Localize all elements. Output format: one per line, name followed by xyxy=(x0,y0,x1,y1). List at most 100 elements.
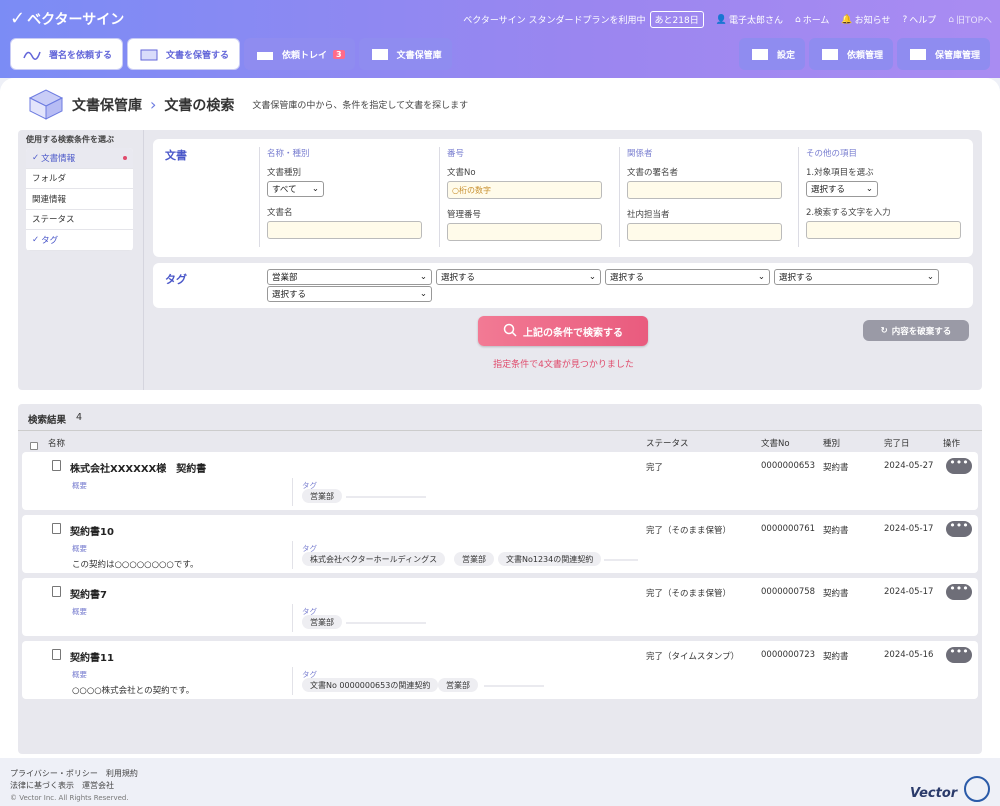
condition-tag[interactable]: ✓ タグ xyxy=(26,230,133,251)
more-icon[interactable]: ••• xyxy=(946,646,972,663)
other-column: その他の項目 1.対象項目を選ぶ 選択する ⌄ 2.検索する文字を入力 xyxy=(798,139,971,257)
condition-doc-info[interactable]: ✓ 文書情報 xyxy=(26,148,133,169)
storage-mgmt-icon xyxy=(907,45,929,63)
page-header: 文書保管庫 › 文書の検索 文書保管庫の中から、条件を指定して文書を探します xyxy=(26,86,468,123)
date-cell: 2024-05-17 xyxy=(884,587,934,597)
plan-text: ベクターサイン スタンダードプランを利用中 xyxy=(463,16,646,26)
doc-no-input[interactable]: ○桁の数字 xyxy=(447,181,602,199)
results-title: 検索結果 xyxy=(28,415,67,426)
more-icon[interactable]: ••• xyxy=(946,457,972,474)
request-tray-button[interactable]: 依頼トレイ 3 xyxy=(244,38,355,70)
app-logo[interactable]: ✓ ベクターサイン xyxy=(10,8,124,29)
company-link[interactable]: 運営会社 xyxy=(82,781,114,790)
divider xyxy=(292,667,293,695)
col-type[interactable]: 種別 xyxy=(823,437,840,449)
user-name: 電子太郎さん xyxy=(728,16,783,26)
row-title[interactable]: 株式会社XXXXXX様 契約書 xyxy=(70,460,206,475)
doc-type-label: 文書種別 xyxy=(267,168,302,178)
target-select[interactable]: 選択する ⌄ xyxy=(806,181,878,197)
help-link[interactable]: ? ヘルプ xyxy=(902,13,936,27)
old-top-link[interactable]: ⌂ 旧TOPへ xyxy=(948,13,992,27)
date-cell: 2024-05-17 xyxy=(884,524,934,534)
home-link[interactable]: ⌂ ホーム xyxy=(795,13,829,27)
user-menu[interactable]: 👤 電子太郎さん xyxy=(716,13,783,27)
chevron-down-icon: ⌄ xyxy=(311,184,319,194)
condition-folder[interactable]: フォルダ xyxy=(26,169,133,189)
col-doc-no[interactable]: 文書No xyxy=(761,437,790,449)
staff-input[interactable] xyxy=(627,223,782,241)
more-icon[interactable]: ••• xyxy=(946,583,972,600)
storage-button[interactable]: 文書保管庫 xyxy=(358,38,452,70)
chevron-down-icon: ⌄ xyxy=(419,272,427,282)
column-heading: 名称・種別 xyxy=(267,149,310,159)
storage-mgmt-button[interactable]: 保管庫管理 xyxy=(896,38,990,70)
chevron-right-icon: › xyxy=(150,95,157,114)
row-card: 株式会社XXXXXX様 契約書 概要 タグ 営業部 完了 0000000653 … xyxy=(22,452,978,510)
mgmt-no-label: 管理番号 xyxy=(447,210,482,220)
active-dot xyxy=(123,155,127,160)
row-title[interactable]: 契約書11 xyxy=(70,649,114,664)
keyword-label: 2.検索する文字を入力 xyxy=(806,208,891,218)
conditions-heading: 使用する検索条件を選ぶ xyxy=(26,135,114,144)
store-doc-button[interactable]: 文書を保管する xyxy=(127,38,241,70)
request-sign-button[interactable]: 署名を依頼する xyxy=(10,38,124,70)
condition-related[interactable]: 関連情報 xyxy=(26,189,133,210)
tag-select-2[interactable]: 選択する ⌄ xyxy=(436,269,601,285)
divider xyxy=(292,604,293,632)
signer-input[interactable] xyxy=(627,181,782,199)
col-status[interactable]: ステータス xyxy=(646,437,689,449)
clear-button-label: 内容を破棄する xyxy=(891,326,952,337)
doc-type-select[interactable]: すべて ⌄ xyxy=(267,181,324,197)
row-title[interactable]: 契約書7 xyxy=(70,586,107,601)
help-icon: ? xyxy=(902,14,908,25)
doc-no-placeholder: ○桁の数字 xyxy=(452,185,491,195)
storage-mgmt-label: 保管庫管理 xyxy=(934,50,980,61)
table-row[interactable]: 契約書11 概要 ○○○○株式会社との契約です。 タグ 文書No 0000000… xyxy=(22,641,980,699)
found-message: 指定条件で4文書が見つかりました xyxy=(493,360,634,370)
privacy-link[interactable]: プライバシー・ポリシー xyxy=(10,769,98,778)
legal-link[interactable]: 法律に基づく表示 xyxy=(10,781,74,790)
tag-placeholder xyxy=(346,496,426,498)
conditions-list: ✓ 文書情報 フォルダ 関連情報 ステータス ✓ タグ xyxy=(26,148,133,251)
tray-icon xyxy=(254,45,276,63)
table-row[interactable]: 契約書7 概要 タグ 営業部 完了（そのまま保管） 0000000758 契約書… xyxy=(22,578,980,636)
store-doc-label: 文書を保管する xyxy=(166,50,230,61)
table-row[interactable]: 契約書10 概要 この契約は○○○○○○○○です。 タグ 株式会社ベクターホール… xyxy=(22,515,980,573)
row-card: 契約書10 概要 この契約は○○○○○○○○です。 タグ 株式会社ベクターホール… xyxy=(22,515,978,573)
doc-no-label: 文書No xyxy=(447,168,476,178)
terms-link[interactable]: 利用規約 xyxy=(106,769,138,778)
document-icon xyxy=(52,460,61,471)
chevron-down-icon: ⌄ xyxy=(757,272,765,282)
summary-label: 概要 xyxy=(72,481,87,490)
mgmt-no-input[interactable] xyxy=(447,223,602,241)
tag-chip: 文書No1234の関連契約 xyxy=(498,552,602,566)
col-completed[interactable]: 完了日 xyxy=(884,437,910,449)
tag-select-5[interactable]: 選択する ⌄ xyxy=(267,286,432,302)
condition-status[interactable]: ステータス xyxy=(26,210,133,230)
condition-label: タグ xyxy=(41,235,59,246)
doc-condition-card: 文書 名称・種別 文書種別 すべて ⌄ 文書名 番号 文書No ○桁の数字 管理番… xyxy=(153,139,973,257)
tag-select-4[interactable]: 選択する ⌄ xyxy=(774,269,939,285)
clear-button[interactable]: ↻ 内容を破棄する xyxy=(863,320,969,341)
settings-label: 設定 xyxy=(776,50,795,61)
copyright: © Vector Inc. All Rights Reserved. xyxy=(10,794,129,802)
tag-select-3[interactable]: 選択する ⌄ xyxy=(605,269,770,285)
search-button[interactable]: 上記の条件で検索する xyxy=(478,316,648,346)
target-label: 1.対象項目を選ぶ xyxy=(806,168,874,178)
doc-name-input[interactable] xyxy=(267,221,422,239)
notice-link[interactable]: 🔔 お知らせ xyxy=(841,13,890,27)
home-icon: ⌂ xyxy=(948,14,954,25)
col-name[interactable]: 名称 xyxy=(48,437,65,449)
target-value: 選択する xyxy=(811,185,846,195)
settings-button[interactable]: 設定 xyxy=(738,38,805,70)
row-title[interactable]: 契約書10 xyxy=(70,523,114,538)
search-icon xyxy=(503,323,517,340)
breadcrumb-parent[interactable]: 文書保管庫 xyxy=(72,95,142,115)
keyword-input[interactable] xyxy=(806,221,961,239)
more-icon[interactable]: ••• xyxy=(946,520,972,537)
check-icon: ✓ xyxy=(32,234,40,245)
tag-select-1[interactable]: 営業部 ⌄ xyxy=(267,269,432,285)
request-mgmt-button[interactable]: 依頼管理 xyxy=(808,38,893,70)
column-heading: 関係者 xyxy=(627,149,653,159)
table-row[interactable]: 株式会社XXXXXX様 契約書 概要 タグ 営業部 完了 0000000653 … xyxy=(22,452,980,510)
